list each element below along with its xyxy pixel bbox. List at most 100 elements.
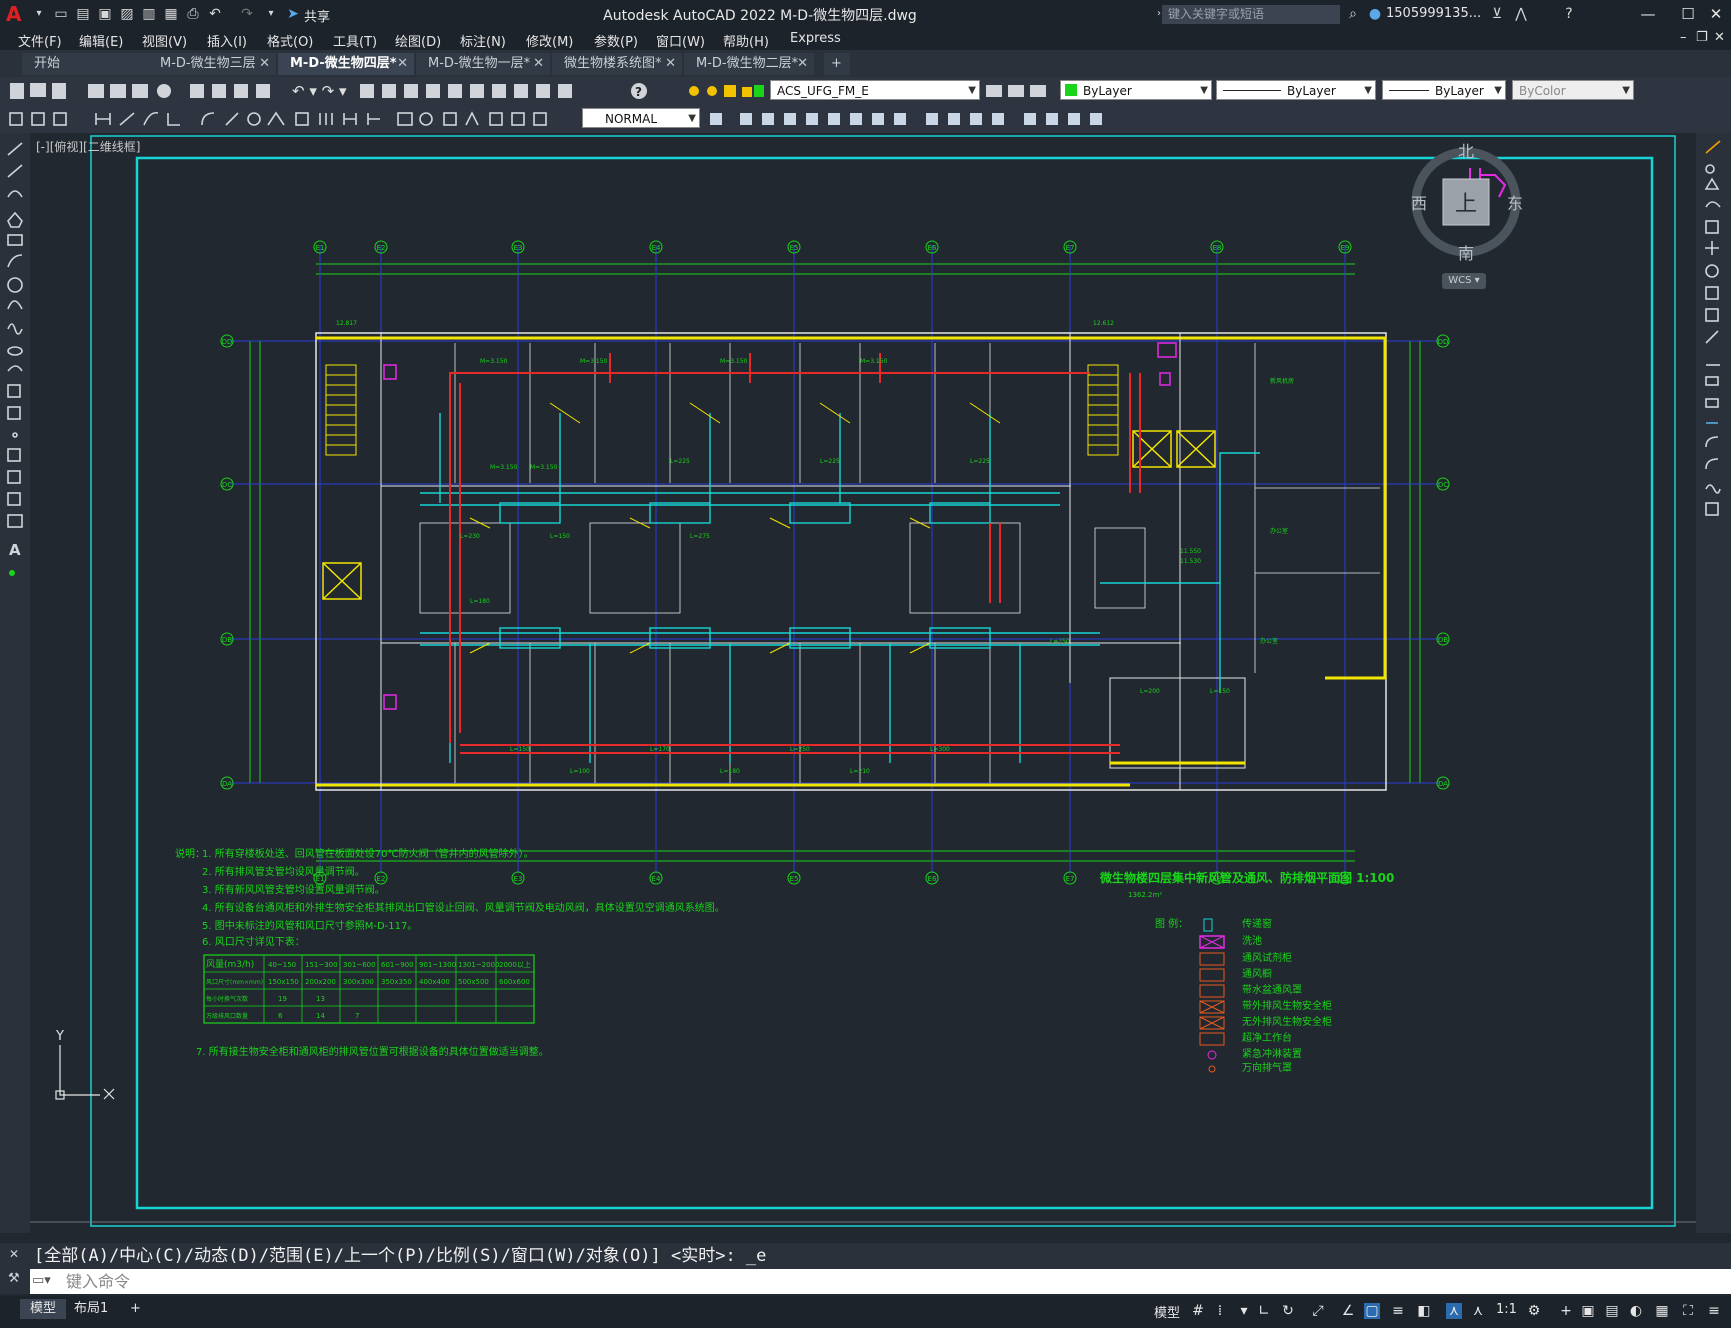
new-tab-plus-icon[interactable]: + <box>824 53 850 75</box>
annotation-scale[interactable]: 1:1 <box>1496 1302 1517 1317</box>
grid-display-icon[interactable]: # <box>1190 1303 1206 1319</box>
menu-tools[interactable]: 工具(T) <box>333 31 377 50</box>
dimension-toolbar-icons[interactable] <box>6 109 580 129</box>
tab-close-icon[interactable]: ✕ <box>797 53 808 75</box>
plot-icon[interactable]: ⎙ <box>184 5 202 23</box>
menu-insert[interactable]: 插入(I) <box>207 31 247 50</box>
menu-window[interactable]: 窗口(W) <box>656 31 705 50</box>
undo-icon[interactable]: ↶ <box>206 5 224 23</box>
help-icon[interactable]: ? <box>1560 5 1578 23</box>
cart-icon[interactable]: ⊻ <box>1488 5 1506 23</box>
add-layout-plus-icon[interactable]: + <box>120 1299 151 1319</box>
user-icon[interactable]: ● <box>1366 5 1384 23</box>
customize-chevron-icon[interactable]: ▾ <box>262 5 280 23</box>
menu-format[interactable]: 格式(O) <box>267 31 313 50</box>
workspace-gear-icon[interactable]: ⚙ <box>1526 1303 1542 1319</box>
annotation-visibility-icon[interactable]: ⋏ <box>1446 1303 1462 1319</box>
snap-mode-icon[interactable]: ⁞ <box>1212 1303 1228 1319</box>
drawing-canvas[interactable]: E1 E2 E3 E4 E5 E6 E7 E8 E9 E1 E2 E3 E4 E5 E6 E7 E8 E… <box>30 133 1696 1233</box>
units-icon[interactable]: ▣ <box>1580 1303 1596 1319</box>
new-file-icon[interactable]: ▭ <box>52 5 70 23</box>
model-space-toggle[interactable]: 模型 <box>1154 1302 1180 1321</box>
object-snap-tracking-icon[interactable]: ∠ <box>1340 1303 1356 1319</box>
ortho-icon[interactable]: ∟ <box>1256 1303 1272 1319</box>
save-icon[interactable]: ▣ <box>96 5 114 23</box>
doc-close-icon[interactable]: ✕ <box>1714 30 1725 45</box>
user-name[interactable]: 1505999135... <box>1386 6 1481 21</box>
plotstyle-dropdown[interactable]: ByColor ▼ <box>1512 80 1634 100</box>
viewcube[interactable]: 上 北 南 西 东 <box>1407 142 1525 263</box>
minimize-icon[interactable]: — <box>1634 3 1662 25</box>
tab-microbio-4f[interactable]: M-D-微生物四层* ✕ <box>278 53 414 75</box>
app-menu-chevron-icon[interactable]: ▾ <box>30 5 48 23</box>
clean-screen-icon[interactable]: ⛶ <box>1680 1303 1696 1319</box>
draw-tools-icons[interactable]: A <box>0 133 30 613</box>
tab-microbio-1f[interactable]: M-D-微生物一层* ✕ <box>416 53 550 75</box>
legend-symbol-bsc-x <box>1199 1016 1225 1030</box>
standard-toolbar-icons[interactable]: ↶ ▾ ↷ ▾ ? <box>6 81 676 101</box>
color-dropdown[interactable]: ByLayer ▼ <box>1060 80 1212 100</box>
menu-dimension[interactable]: 标注(N) <box>460 31 506 50</box>
close-icon[interactable]: ✕ <box>9 1247 19 1261</box>
doc-restore-icon[interactable]: ❐ <box>1696 30 1708 45</box>
tab-start[interactable]: 开始 <box>22 53 150 75</box>
tab-close-icon[interactable]: ✕ <box>397 53 408 75</box>
menu-edit[interactable]: 编辑(E) <box>79 31 123 50</box>
autodesk-app-icon[interactable]: ⋀ <box>1512 5 1530 23</box>
layer-tool-icons[interactable] <box>686 81 766 101</box>
menu-draw[interactable]: 绘图(D) <box>395 31 441 50</box>
autocad-logo-icon[interactable]: A <box>6 3 28 25</box>
wcs-menu-button[interactable]: WCS ▾ <box>1442 273 1486 289</box>
polar-tracking-icon[interactable]: ↻ <box>1280 1303 1296 1319</box>
tab-close-icon[interactable]: ✕ <box>259 53 270 75</box>
search-icon[interactable]: ⌕ <box>1344 5 1362 23</box>
command-line-grip[interactable]: ✕ ⚒ <box>0 1243 30 1294</box>
layer-extra-icons[interactable] <box>984 81 1064 101</box>
maximize-icon[interactable]: ☐ <box>1674 3 1702 25</box>
modify-tools-icons[interactable] <box>1696 133 1731 553</box>
menu-view[interactable]: 视图(V) <box>142 31 187 50</box>
graphics-performance-icon[interactable]: ▦ <box>1654 1303 1670 1319</box>
transparency-icon[interactable]: ◧ <box>1416 1303 1432 1319</box>
command-prompt-icon[interactable]: ▭▾ <box>32 1273 56 1289</box>
save-web-icon[interactable]: ▦ <box>162 5 180 23</box>
modify-toolbar-icons[interactable] <box>706 109 1216 129</box>
tab-microbio-3f[interactable]: M-D-微生物三层 ✕ <box>148 53 276 75</box>
customize-wrench-icon[interactable]: ⚒ <box>8 1271 20 1286</box>
viewport-controls-label[interactable]: [-][俯视][二维线框] <box>36 138 140 155</box>
open-file-icon[interactable]: ▤ <box>74 5 92 23</box>
tab-close-icon[interactable]: ✕ <box>533 53 544 75</box>
customization-menu-icon[interactable]: ≡ <box>1706 1303 1722 1319</box>
menu-file[interactable]: 文件(F) <box>18 31 62 50</box>
annotation-monitor-plus-icon[interactable]: + <box>1558 1303 1574 1319</box>
share-icon[interactable]: ➤ <box>284 5 302 23</box>
save-as-icon[interactable]: ▨ <box>118 5 136 23</box>
linetype-dropdown[interactable]: ByLayer ▼ <box>1216 80 1376 100</box>
auto-scale-icon[interactable]: ⋏ <box>1470 1303 1486 1319</box>
isodraft-icon[interactable]: ⤢ <box>1310 1303 1326 1319</box>
tab-model[interactable]: 模型 <box>20 1299 67 1319</box>
object-snap-icon[interactable]: ▢ <box>1364 1303 1380 1319</box>
layer-dropdown[interactable]: ACS_UFG_FM_E ▼ <box>770 80 980 100</box>
open-web-icon[interactable]: ▥ <box>140 5 158 23</box>
search-input[interactable]: 键入关键字或短语 <box>1162 5 1340 24</box>
quick-properties-icon[interactable]: ▤ <box>1604 1303 1620 1319</box>
lineweight-dropdown[interactable]: ByLayer ▼ <box>1382 80 1506 100</box>
menu-express[interactable]: Express <box>790 31 841 46</box>
tab-layout1[interactable]: 布局1 <box>64 1299 118 1319</box>
redo-icon[interactable]: ↷ <box>238 5 256 23</box>
snap-chevron-icon[interactable]: ▾ <box>1236 1303 1252 1319</box>
share-label[interactable]: 共享 <box>304 6 330 25</box>
menu-parametric[interactable]: 参数(P) <box>594 31 638 50</box>
menu-help[interactable]: 帮助(H) <box>723 31 769 50</box>
lineweight-display-icon[interactable]: ≡ <box>1390 1303 1406 1319</box>
isolate-objects-icon[interactable]: ◐ <box>1628 1303 1644 1319</box>
tab-microbio-2f[interactable]: M-D-微生物二层* ✕ <box>684 53 814 75</box>
text-style-dropdown[interactable]: NORMAL ▼ <box>582 108 700 128</box>
tab-close-icon[interactable]: ✕ <box>665 53 676 75</box>
close-icon[interactable]: ✕ <box>1702 3 1730 25</box>
tab-microbio-system[interactable]: 微生物楼系统图* ✕ <box>552 53 682 75</box>
command-input[interactable]: 键入命令 <box>30 1269 1731 1294</box>
doc-minimize-icon[interactable]: – <box>1680 30 1687 45</box>
menu-modify[interactable]: 修改(M) <box>526 31 573 50</box>
